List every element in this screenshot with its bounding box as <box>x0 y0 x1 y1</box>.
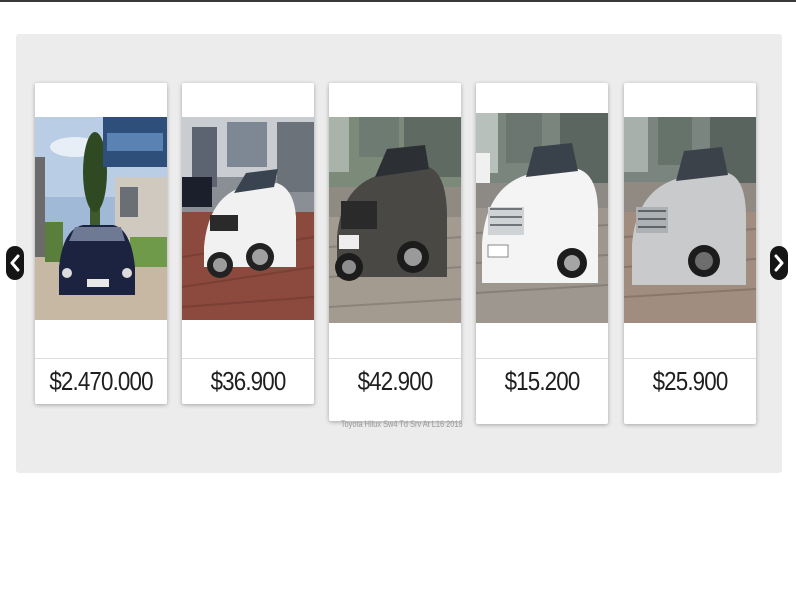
car-card[interactable]: $15.200 <box>476 83 608 424</box>
carousel-next-button[interactable] <box>770 246 788 280</box>
car-card[interactable]: $2.470.000 <box>35 83 167 404</box>
car-price: $36.900 <box>210 366 287 396</box>
chevron-right-icon <box>774 254 784 272</box>
card-divider <box>329 358 461 359</box>
car-price: $15.200 <box>504 366 581 396</box>
car-photo <box>329 117 461 323</box>
car-photo <box>624 117 756 323</box>
carousel-prev-button[interactable] <box>6 246 24 280</box>
car-card[interactable]: $42.900 <box>329 83 461 421</box>
car-photo <box>476 113 608 323</box>
car-card[interactable]: $25.900 <box>624 83 756 424</box>
card-divider <box>35 358 167 359</box>
chevron-left-icon <box>10 254 20 272</box>
card-divider <box>624 358 756 359</box>
card-divider <box>476 358 608 359</box>
car-price: $2.470.000 <box>49 366 153 396</box>
card-divider <box>182 358 314 359</box>
car-price: $25.900 <box>652 366 729 396</box>
car-photo <box>35 117 167 320</box>
car-price: $42.900 <box>357 366 434 396</box>
car-photo <box>182 117 314 320</box>
car-card[interactable]: $36.900 <box>182 83 314 404</box>
window-top-border <box>0 0 796 2</box>
car-caption: Toyota Hilux Sw4 Td Srv At L16 2018 <box>340 419 463 429</box>
